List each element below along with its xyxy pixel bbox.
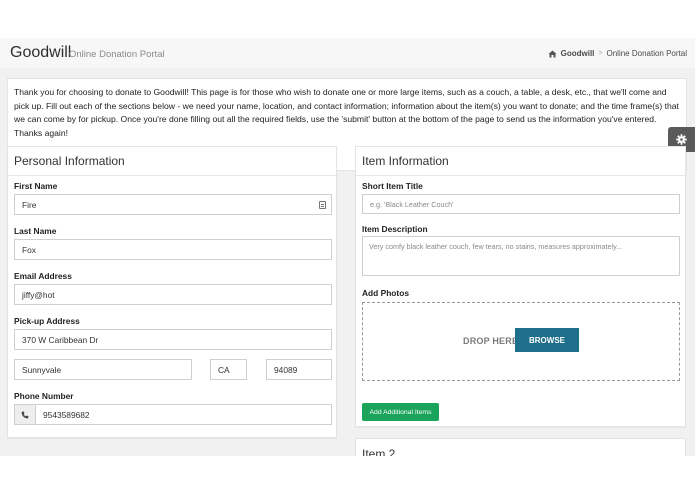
breadcrumb: Goodwill > Online Donation Portal bbox=[548, 49, 687, 58]
photos-label: Add Photos bbox=[362, 288, 409, 298]
breadcrumb-separator: > bbox=[598, 50, 603, 57]
last-name-value: Fox bbox=[22, 244, 36, 255]
city-field[interactable]: Sunnyvale bbox=[14, 359, 192, 380]
city-value: Sunnyvale bbox=[22, 364, 62, 375]
item-desc-label: Item Description bbox=[362, 224, 428, 234]
item-desc-textarea[interactable]: Very comfy black leather couch, few tear… bbox=[362, 236, 680, 276]
browse-button[interactable]: BROWSE bbox=[515, 328, 579, 352]
divider bbox=[356, 175, 685, 176]
breadcrumb-current: Online Donation Portal bbox=[606, 49, 688, 58]
phone-field[interactable]: 9543589682 bbox=[35, 404, 332, 425]
home-icon bbox=[548, 50, 557, 58]
item-title-label: Short Item Title bbox=[362, 181, 423, 191]
first-name-value: Fire bbox=[22, 199, 37, 210]
add-items-button[interactable]: Add Additional Items bbox=[362, 403, 439, 421]
personal-info-panel: Personal Information First Name Fire Las… bbox=[7, 146, 337, 438]
item-title-input[interactable]: e.g. 'Black Leather Couch' bbox=[362, 194, 680, 214]
divider bbox=[8, 175, 336, 176]
state-field[interactable]: CA bbox=[210, 359, 247, 380]
gear-icon bbox=[676, 134, 687, 145]
item2-heading: Item 2 bbox=[362, 447, 396, 456]
zip-field[interactable]: 94089 bbox=[266, 359, 332, 380]
page: Goodwill Online Donation Portal Goodwill… bbox=[0, 38, 695, 456]
drop-here-label: DROP HERE bbox=[463, 336, 519, 346]
page-subtitle: Online Donation Portal bbox=[69, 49, 165, 60]
item-info-heading: Item Information bbox=[362, 154, 449, 168]
email-label: Email Address bbox=[14, 271, 72, 281]
address-label: Pick-up Address bbox=[14, 316, 80, 326]
street-value: 370 W Caribbean Dr bbox=[22, 334, 99, 345]
personal-info-heading: Personal Information bbox=[14, 154, 125, 168]
phone-value: 9543589682 bbox=[43, 409, 90, 420]
first-name-label: First Name bbox=[14, 181, 58, 191]
breadcrumb-home[interactable]: Goodwill bbox=[561, 49, 595, 58]
last-name-field[interactable]: Fox bbox=[14, 239, 332, 260]
intro-text: Thank you for choosing to donate to Good… bbox=[14, 87, 679, 138]
last-name-label: Last Name bbox=[14, 226, 57, 236]
page-header: Goodwill Online Donation Portal Goodwill… bbox=[0, 38, 695, 68]
zip-value: 94089 bbox=[274, 364, 298, 375]
phone-icon bbox=[21, 411, 29, 418]
contact-card-icon[interactable] bbox=[319, 201, 326, 209]
state-value: CA bbox=[218, 364, 230, 375]
first-name-field[interactable]: Fire bbox=[14, 194, 332, 215]
phone-addon bbox=[14, 404, 36, 425]
item-info-panel: Item Information Short Item Title e.g. '… bbox=[355, 146, 686, 427]
email-field[interactable]: jiffy@hot bbox=[14, 284, 332, 305]
street-field[interactable]: 370 W Caribbean Dr bbox=[14, 329, 332, 350]
email-value: jiffy@hot bbox=[22, 289, 55, 300]
phone-label: Phone Number bbox=[14, 391, 74, 401]
page-title: Goodwill bbox=[10, 44, 72, 61]
item2-panel: Item 2 bbox=[355, 438, 686, 456]
item-title-placeholder: e.g. 'Black Leather Couch' bbox=[370, 199, 454, 209]
photo-dropzone[interactable]: DROP HERE BROWSE bbox=[362, 302, 680, 381]
item-desc-placeholder: Very comfy black leather couch, few tear… bbox=[369, 242, 623, 251]
